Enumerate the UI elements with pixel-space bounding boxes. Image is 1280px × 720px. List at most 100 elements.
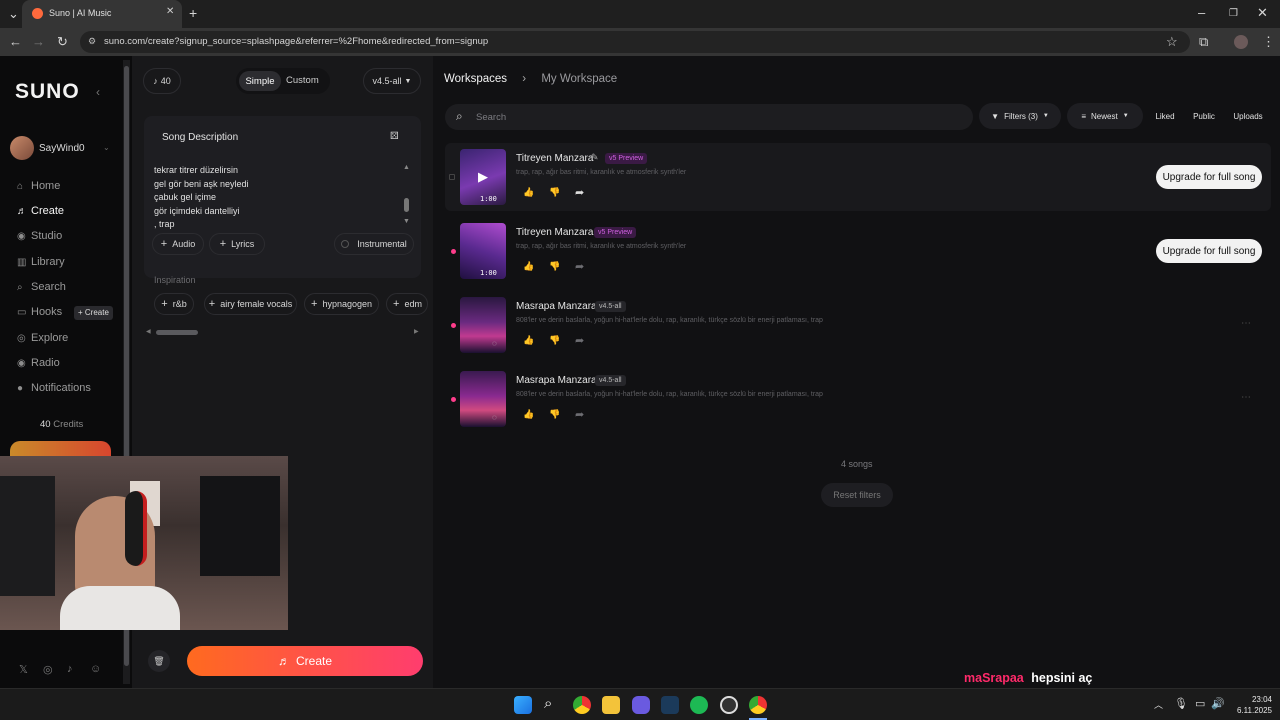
taskbar-search-icon[interactable]: ⌕ [544,695,552,712]
discord-icon[interactable]: ☺ [90,663,101,675]
liked-filter[interactable]: Liked [1148,103,1182,129]
reset-filters-button[interactable]: Reset filters [821,483,893,507]
browser-tab[interactable]: Suno | AI Music ✕ [22,0,182,28]
randomize-dice-icon[interactable]: ⚄ [390,131,399,142]
song-select-checkbox[interactable] [449,174,455,180]
inspiration-tag[interactable]: + r&b [154,293,194,315]
extensions-icon[interactable]: ⧉ [1199,35,1208,49]
sidebar-item-home[interactable]: ⌂ Home [17,180,60,192]
thumbs-up-icon[interactable]: 👍 [523,335,534,346]
more-options-icon[interactable]: ⋯ [1241,318,1251,329]
inspiration-scrollbar[interactable]: ◀ ▶ [146,329,422,335]
add-audio-button[interactable]: + Audio [152,233,204,255]
inspiration-scrollbar-thumb[interactable] [156,330,198,335]
hooks-create-button[interactable]: + Create [74,306,113,320]
microphone-icon[interactable]: 🎙 [1174,697,1188,710]
scroll-left-icon[interactable]: ◀ [146,328,151,335]
discord-taskbar-icon[interactable] [632,696,650,714]
song-title[interactable]: Masrapa Manzara [516,301,597,312]
back-icon[interactable]: ← [9,35,22,49]
filters-button[interactable]: ▼ Filters (3) ▼ [979,103,1061,129]
thumbs-down-icon[interactable]: 👎 [549,261,560,272]
song-description-input[interactable]: tekrar titrer düzelirsin gel gör beni aş… [154,164,394,232]
song-row[interactable]: ◌ Masrapa Manzara v4.5-all 808'ler ve de… [445,365,1271,433]
song-cover[interactable]: ▶ 1:00 [460,149,506,205]
steam-icon[interactable] [661,696,679,714]
search-input[interactable]: ⌕ Search [445,104,973,130]
song-cover[interactable]: 1:00 [460,223,506,279]
sidebar-item-explore[interactable]: ◎ Explore [17,332,68,344]
sidebar-item-create[interactable]: ♬ Create [17,205,64,217]
bookmark-star-icon[interactable]: ☆ [1166,35,1178,49]
play-icon[interactable]: ▶ [478,169,488,185]
mode-custom-tab[interactable]: Custom [286,75,319,86]
share-icon[interactable]: ➦ [575,334,584,347]
textarea-scrollbar-thumb[interactable] [404,198,409,212]
share-icon[interactable]: ➦ [575,408,584,421]
more-options-icon[interactable]: ⋯ [1241,392,1251,403]
file-explorer-icon[interactable] [602,696,620,714]
close-window-icon[interactable]: ✕ [1257,6,1268,20]
x-icon[interactable]: 𝕏 [19,663,28,676]
thumbs-down-icon[interactable]: 👎 [549,187,560,198]
create-button[interactable]: ♬ Create [187,646,423,676]
username[interactable]: SayWind0 [39,143,85,154]
reload-icon[interactable]: ↻ [57,35,68,49]
inspiration-tag[interactable]: + airy female vocals [204,293,297,315]
tab-close-icon[interactable]: ✕ [166,6,174,17]
sidebar-item-notifications[interactable]: ● Notifications [17,382,91,394]
suno-logo[interactable]: SUNO [15,80,80,104]
share-icon[interactable]: ➦ [575,260,584,273]
upgrade-full-song-button[interactable]: Upgrade for full song [1156,239,1262,263]
thumbs-up-icon[interactable]: 👍 [523,261,534,272]
breadcrumb-workspaces[interactable]: Workspaces [444,73,507,85]
song-title[interactable]: Titreyen Manzara [516,227,593,238]
add-lyrics-button[interactable]: + Lyrics [209,233,265,255]
tray-overflow-icon[interactable]: ︿ [1154,698,1163,711]
profile-avatar[interactable] [1234,35,1248,49]
spotify-icon[interactable] [690,696,708,714]
tiktok-icon[interactable]: ♪ [67,663,73,675]
scroll-right-icon[interactable]: ▶ [414,328,419,335]
obs-icon[interactable] [720,696,738,714]
collapse-sidebar-icon[interactable]: ‹ [96,85,100,99]
sidebar-item-library[interactable]: ▥ Library [17,256,65,268]
thumbs-down-icon[interactable]: 👎 [549,409,560,420]
forward-icon[interactable]: → [32,35,45,49]
network-icon[interactable]: ▭ [1195,697,1205,710]
sidebar-item-hooks[interactable]: ▭ Hooks [17,306,62,318]
thumbs-down-icon[interactable]: 👎 [549,335,560,346]
song-row[interactable]: ▶ 1:00 Titreyen Manzara ✎ v5 Preview tra… [445,143,1271,211]
sort-button[interactable]: ≡ Newest ▼ [1067,103,1143,129]
new-tab-icon[interactable]: + [189,6,197,20]
restore-icon[interactable]: ❐ [1229,7,1238,21]
song-cover[interactable]: ◌ [460,297,506,353]
song-row[interactable]: ◌ Masrapa Manzara v4.5-all 808'ler ve de… [445,291,1271,359]
user-menu-chevron-icon[interactable]: ⌄ [103,143,110,152]
song-cover[interactable]: ◌ [460,371,506,427]
upgrade-full-song-button[interactable]: Upgrade for full song [1156,165,1262,189]
uploads-filter[interactable]: Uploads [1227,103,1269,129]
chrome-active-icon[interactable] [749,696,767,714]
song-title[interactable]: Masrapa Manzara [516,375,597,386]
mode-simple-tab[interactable]: Simple [239,71,281,91]
clear-trash-icon[interactable]: 🗑 [148,650,170,672]
browser-menu-icon[interactable]: ⋮ [1262,35,1275,49]
textarea-scroll-down-icon[interactable]: ▼ [403,218,410,225]
site-info-icon[interactable]: ⚙ [88,36,96,47]
chrome-icon[interactable] [573,696,591,714]
thumbs-up-icon[interactable]: 👍 [523,187,534,198]
clock[interactable]: 23:04 6.11.2025 [1232,694,1272,716]
minimize-icon[interactable]: – [1198,6,1205,20]
upgrade-banner[interactable] [10,441,111,457]
tab-list-chevron-icon[interactable]: ⌄ [8,7,19,21]
model-select[interactable]: v4.5-all ▼ [363,68,421,94]
sidebar-item-studio[interactable]: ◉ Studio [17,230,62,242]
sidebar-item-search[interactable]: ⌕ Search [17,281,66,293]
song-title[interactable]: Titreyen Manzara [516,153,593,164]
url-field[interactable]: ⚙ suno.com/create?signup_source=splashpa… [80,31,1190,53]
thumbs-up-icon[interactable]: 👍 [523,409,534,420]
instagram-icon[interactable]: ◎ [43,663,53,676]
windows-start-icon[interactable] [514,696,532,714]
inspiration-tag[interactable]: + edm [386,293,428,315]
